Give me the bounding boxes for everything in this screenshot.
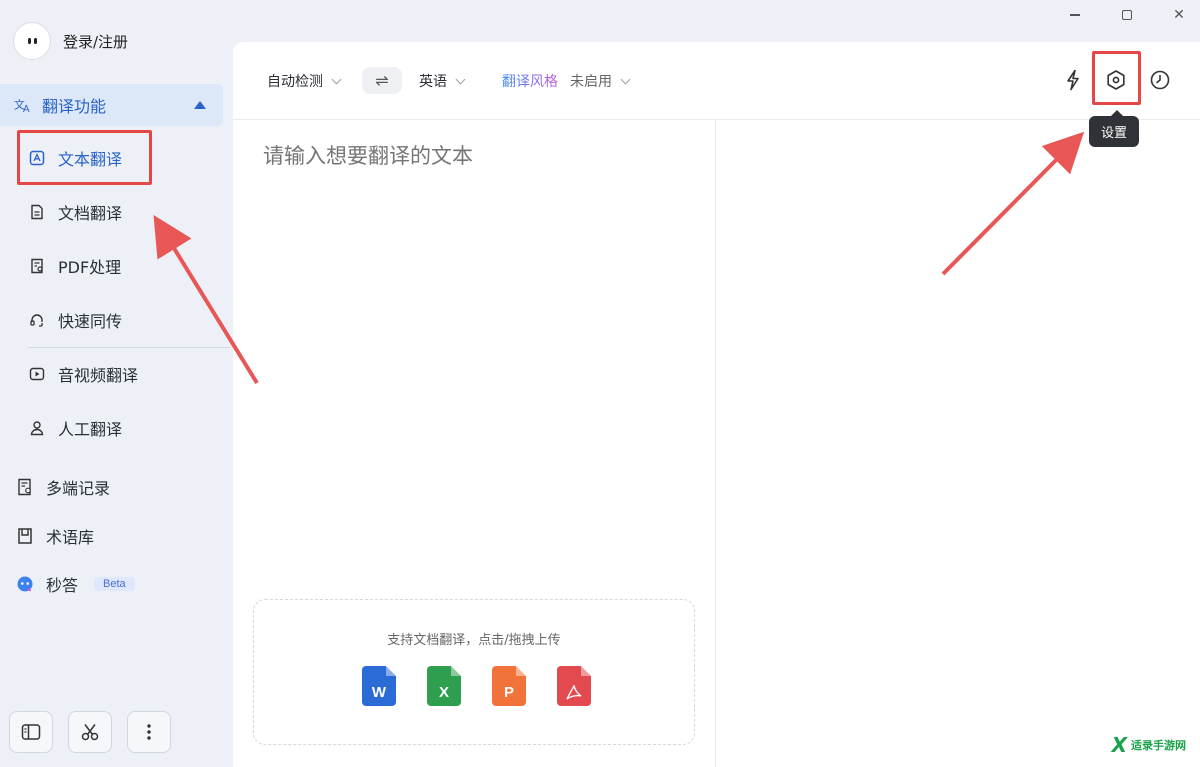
- sidebar-item-label: 多端记录: [46, 479, 111, 498]
- scissors-icon: [81, 724, 99, 741]
- sidebar-divider: [28, 347, 230, 348]
- source-language-label: 自动检测: [267, 74, 323, 90]
- document-icon: [28, 203, 46, 221]
- maximize-button[interactable]: [1118, 6, 1136, 24]
- drop-zone-text: 支持文档翻译，点击/拖拽上传: [387, 633, 561, 648]
- sidebar-toggle-icon: [21, 724, 41, 740]
- sidebar-item-text-translate[interactable]: 文本翻译: [28, 143, 122, 173]
- translation-style-label: 翻译风格: [502, 71, 558, 91]
- window-controls: ✕: [1066, 6, 1188, 24]
- swap-icon: ⇌: [375, 71, 389, 90]
- sidebar-item-label: 人工翻译: [58, 420, 123, 439]
- headset-icon: [28, 311, 46, 329]
- sidebar-item-label: 秒答: [46, 576, 79, 595]
- video-icon: [28, 365, 46, 383]
- sidebar-item-records[interactable]: 多端记录: [16, 472, 110, 502]
- translate-icon: 文A: [14, 96, 32, 114]
- close-icon: ✕: [1173, 7, 1185, 23]
- pdf-icon: [28, 257, 46, 275]
- sidebar-item-av-translate[interactable]: 音视频翻译: [28, 359, 138, 389]
- pane-divider: [715, 120, 716, 767]
- sidebar-bottom-toolbar: [9, 711, 171, 753]
- sidebar-item-label: 文档翻译: [58, 204, 123, 223]
- settings-tooltip: 设置: [1089, 110, 1140, 147]
- beta-badge: Beta: [94, 577, 135, 591]
- pdf-file-icon: [557, 666, 591, 706]
- settings-button[interactable]: [1105, 69, 1127, 91]
- history-button[interactable]: [1149, 69, 1171, 91]
- settings-icon: [1107, 70, 1125, 90]
- minimize-icon: [1070, 14, 1080, 16]
- user-login[interactable]: 登录/注册: [13, 22, 128, 60]
- more-button[interactable]: [127, 711, 171, 753]
- source-text-input[interactable]: [263, 144, 693, 168]
- maximize-icon: [1122, 10, 1132, 20]
- sidebar-item-quick-answer[interactable]: 秒答 Beta: [16, 569, 135, 599]
- toggle-sidebar-button[interactable]: [9, 711, 53, 753]
- sidebar-item-label: 文本翻译: [58, 150, 123, 169]
- history-icon: [1150, 70, 1170, 90]
- svg-text:A: A: [23, 104, 30, 114]
- translation-style-select[interactable]: 翻译风格 未启用: [502, 71, 631, 91]
- sidebar-item-glossary[interactable]: 术语库: [16, 521, 94, 551]
- translation-style-value: 未启用: [570, 74, 612, 90]
- sidebar-item-label: 快速同传: [58, 312, 123, 331]
- person-icon: [28, 419, 46, 437]
- more-vertical-icon: [147, 724, 151, 740]
- sidebar-item-label: 术语库: [46, 528, 95, 547]
- close-button[interactable]: ✕: [1170, 6, 1188, 24]
- main-panel: 自动检测 ⇌ 英语 翻译风格 未启用 设置 支持文档翻译，点击/拖拽上传: [233, 42, 1200, 767]
- avatar[interactable]: [13, 22, 51, 60]
- watermark: X 适录手游网: [1112, 733, 1186, 757]
- document-drop-zone[interactable]: 支持文档翻译，点击/拖拽上传 W X P: [253, 599, 695, 745]
- sidebar-group-label: 翻译功能: [42, 97, 107, 116]
- collapse-caret-icon[interactable]: [194, 101, 206, 109]
- sidebar-item-pdf[interactable]: PDF处理: [28, 251, 121, 281]
- sidebar-item-human-translate[interactable]: 人工翻译: [28, 413, 122, 443]
- watermark-text: 适录手游网: [1131, 739, 1186, 752]
- excel-file-icon: X: [427, 666, 461, 706]
- text-translate-icon: [28, 149, 46, 167]
- target-language-label: 英语: [419, 74, 447, 90]
- sidebar-group-translate[interactable]: 文A 翻译功能: [0, 84, 223, 126]
- book-icon: [16, 527, 34, 545]
- login-label[interactable]: 登录/注册: [63, 31, 128, 52]
- chevron-down-icon: [620, 74, 631, 84]
- target-language-select[interactable]: 英语: [419, 71, 466, 91]
- source-language-select[interactable]: 自动检测: [267, 71, 342, 91]
- screenshot-translate-button[interactable]: [68, 711, 112, 753]
- ai-bot-icon: [16, 575, 34, 593]
- minimize-button[interactable]: [1066, 6, 1084, 24]
- sidebar-item-label: 音视频翻译: [58, 366, 139, 385]
- chevron-down-icon: [455, 74, 466, 84]
- quick-action-button[interactable]: [1062, 69, 1084, 91]
- word-file-icon: W: [362, 666, 396, 706]
- chevron-down-icon: [331, 74, 342, 84]
- watermark-logo-icon: X: [1111, 733, 1127, 757]
- sidebar-item-label: PDF处理: [58, 258, 122, 277]
- sidebar-item-doc-translate[interactable]: 文档翻译: [28, 197, 122, 227]
- sidebar: 登录/注册 文A 翻译功能 文本翻译 文档翻译 PDF处理 快速同传 音视频翻译…: [0, 0, 232, 767]
- powerpoint-file-icon: P: [492, 666, 526, 706]
- records-icon: [16, 478, 34, 496]
- lightning-icon: [1067, 69, 1079, 91]
- file-type-icons: W X P: [362, 666, 591, 706]
- swap-language-button[interactable]: ⇌: [362, 67, 402, 94]
- translate-toolbar: 自动检测 ⇌ 英语 翻译风格 未启用: [233, 42, 1200, 120]
- sidebar-item-simultaneous[interactable]: 快速同传: [28, 305, 122, 335]
